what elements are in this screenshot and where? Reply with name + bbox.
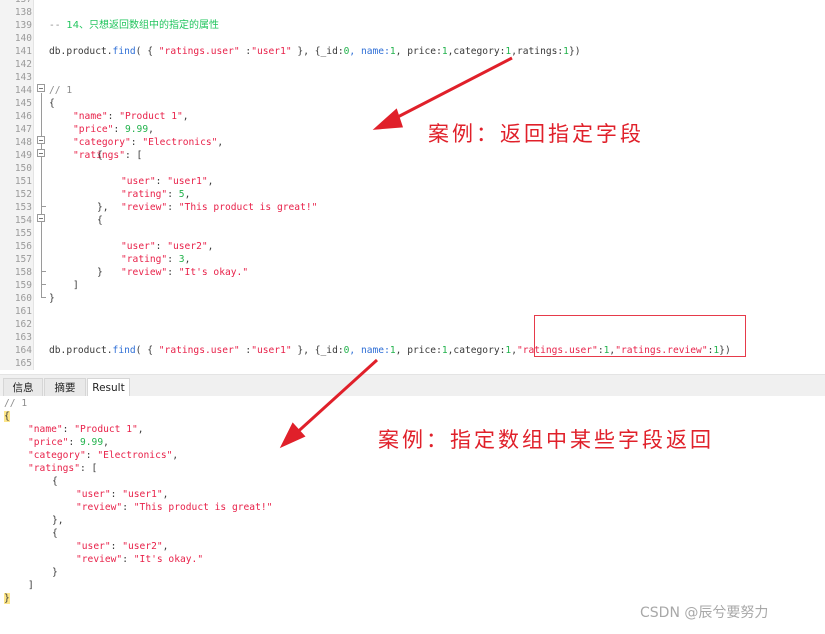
result-line: "user": "user1", [76,489,169,500]
result-close-brace: } [4,593,10,604]
key-user: "user" [76,489,111,500]
query-value: "user1" [251,345,292,356]
result-line: "ratings": [ [28,463,98,474]
query-colon: : [239,46,252,57]
proj-price: , price: [395,46,442,57]
tab-result[interactable]: Result [87,378,130,397]
result-line: { [52,528,58,539]
code-line-148: "ratings": [ [73,150,143,161]
highlight-box-projection [534,315,746,357]
result-line: { [4,410,10,423]
proj-id: _id: [320,46,344,57]
code-editor[interactable]: 1371381391401411421431441451461471481491… [0,0,825,370]
proj-category: ,category: [447,46,506,57]
value-name: "Product 1" [74,424,138,435]
query-open: ( { [135,46,159,57]
value-user: "user1" [122,489,163,500]
result-line: }, [52,515,64,526]
query-value: "user1" [251,46,292,57]
code-line-147: "category": "Electronics", [73,137,224,148]
query-fn: find [112,46,136,57]
code-line-143: // 1 [0,71,825,96]
query-prefix: db.product. [49,46,113,57]
code-line-144: { [0,84,825,109]
result-line: ] [28,580,34,591]
result-line: "price": 9.99, [28,437,109,448]
key-category: "category" [28,450,86,461]
result-line: } [4,592,10,605]
result-line: } [52,567,58,578]
key-price: "price" [28,437,69,448]
code-line-138: -- 14、只想返回数组中的指定的属性 [0,6,825,31]
code-line-151: "rating": 5, [121,189,191,200]
proj-category: ,category: [447,345,506,356]
query-key: "ratings.user" [158,345,240,356]
annotation-array-fields: 案例：指定数组中某些字段返回 [378,428,714,452]
value-category: "Electronics" [97,450,173,461]
line-number: 142 [0,58,825,71]
tab-summary[interactable]: 摘要 [44,378,86,397]
key-review: "review" [76,554,123,565]
line-number-text: 161 [14,306,32,317]
code-line-156: "rating": 3, [121,254,191,265]
proj-name: , name: [349,345,390,356]
comment-text: 14、只想返回数组中的指定的属性 [66,20,220,31]
result-line: "name": "Product 1", [28,424,144,435]
result-comment: // 1 [4,398,28,409]
query-mid: }, { [291,46,321,57]
query-key: "ratings.user" [158,46,240,57]
value-user: "user2" [122,541,163,552]
result-line: { [52,476,58,487]
code-line-155: "user": "user2", [121,241,214,252]
result-tab-bar: 信息 摘要 Result [0,374,825,397]
value-price: 9.99 [80,437,104,448]
code-line-140-query: db.product.find( { "ratings.user" :"user… [0,32,825,57]
key-name: "name" [28,424,63,435]
result-open-brace: { [4,411,10,422]
code-line-149: { [97,150,103,161]
doc-close-brace: } [49,293,55,304]
value-review: "This product is great!" [133,502,273,513]
query-close: }) [568,46,581,57]
query-fn: find [112,345,136,356]
code-line-145: "name": "Product 1", [73,111,189,122]
code-line-150: "user": "user1", [121,176,214,187]
query-prefix: db.product. [49,345,113,356]
watermark: CSDN @辰兮要努力 [640,605,769,621]
proj-ratings: ,ratings: [511,46,564,57]
result-line: "category": "Electronics", [28,450,179,461]
code-line-157: "review": "It's okay." [121,267,249,278]
query-open: ( { [135,345,159,356]
code-line-159: ] [73,280,79,291]
code-line-152: "review": "This product is great!" [121,202,318,213]
key-review: "review" [76,502,123,513]
key-ratings: "ratings" [28,463,80,474]
result-line: "review": "This product is great!" [76,502,273,513]
result-line: "review": "It's okay." [76,554,204,565]
line-number-text: 162 [14,319,32,330]
code-line-158: } [97,267,103,278]
code-line-154: { [97,215,103,226]
query-mid: }, { [291,345,321,356]
line-number: 165 [0,357,825,370]
query-colon: : [239,345,252,356]
code-line-160: } [0,292,825,305]
code-line-153: }, [97,202,109,213]
annotation-return-fields: 案例：返回指定字段 [428,122,644,146]
comment-dashes: -- [49,20,67,31]
proj-name: , name: [349,46,390,57]
proj-price: , price: [395,345,442,356]
code-line-146: "price": 9.99, [73,124,154,135]
tab-info[interactable]: 信息 [3,378,43,397]
result-line: "user": "user2", [76,541,169,552]
key-user: "user" [76,541,111,552]
proj-id: _id: [320,345,344,356]
value-review: "It's okay." [133,554,204,565]
